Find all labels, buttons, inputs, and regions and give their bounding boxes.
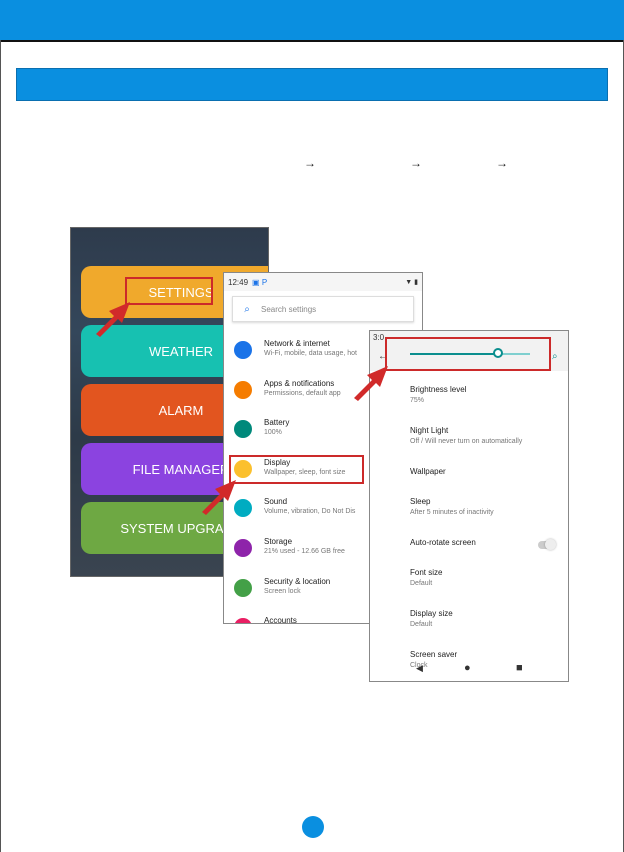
settings-item-subtitle: Volume, vibration, Do Not Dis bbox=[264, 508, 356, 516]
wifi-battery-icon: ▼ ▮ bbox=[405, 279, 418, 286]
settings-item-subtitle: Wi-Fi, mobile, data usage, hot bbox=[264, 350, 357, 357]
settings-item-subtitle: Permissions, default app bbox=[264, 389, 341, 397]
settings-item-icon bbox=[234, 420, 252, 439]
display-item-subtitle: Off / Will never turn on automatically bbox=[410, 438, 523, 445]
settings-item-title: Sound bbox=[264, 497, 288, 507]
settings-item-icon bbox=[234, 578, 252, 597]
display-item-title[interactable]: Wallpaper bbox=[410, 467, 446, 476]
auto-rotate-toggle[interactable] bbox=[538, 539, 556, 550]
settings-item-title: Storage bbox=[264, 537, 293, 546]
step-arrow-icon: → bbox=[410, 156, 422, 170]
display-settings-screenshot: 3:0 ← ⌕ Brightness level 75% Night Light Of… bbox=[369, 330, 569, 682]
settings-item-icon bbox=[234, 341, 252, 359]
display-item-subtitle: 75% bbox=[410, 397, 425, 404]
page-indicator-dot bbox=[302, 816, 324, 838]
display-item-subtitle: After 5 minutes of inactivity bbox=[410, 509, 494, 516]
tile-label: WEATHER bbox=[148, 343, 214, 359]
settings-item-icon bbox=[234, 618, 252, 623]
notification-icon: ▣ P bbox=[252, 277, 268, 287]
settings-item-icon bbox=[234, 539, 252, 557]
nav-bar: ◀ ● ■ bbox=[370, 661, 568, 681]
status-bar: 12:49 ▣ P ▼ ▮ bbox=[224, 273, 422, 291]
step-arrow-icon: → bbox=[304, 156, 316, 170]
settings-item-title: Security & location bbox=[264, 576, 331, 586]
display-item-title[interactable]: Font size bbox=[410, 568, 442, 577]
pointer-arrow-icon bbox=[96, 302, 130, 337]
search-icon: ⌕ bbox=[244, 303, 250, 315]
search-settings-input[interactable]: ⌕ Search settings bbox=[232, 296, 414, 322]
display-item-title[interactable]: Brightness level bbox=[410, 385, 466, 394]
recents-nav-icon[interactable]: ■ bbox=[516, 662, 523, 674]
settings-item-title: Apps & notifications bbox=[264, 378, 335, 388]
settings-item-title: Network & internet bbox=[264, 339, 330, 348]
settings-item-subtitle: 100% bbox=[264, 429, 282, 437]
display-item-title[interactable]: Auto-rotate screen bbox=[410, 538, 476, 547]
search-icon[interactable]: ⌕ bbox=[552, 351, 558, 362]
search-placeholder: Search settings bbox=[261, 304, 317, 314]
settings-item-icon bbox=[234, 380, 252, 399]
display-item-title[interactable]: Screen saver bbox=[410, 650, 457, 659]
settings-item-subtitle: 21% used - 12.66 GB free bbox=[264, 548, 345, 555]
home-nav-icon[interactable]: ● bbox=[464, 662, 471, 674]
display-item-title[interactable]: Sleep bbox=[410, 497, 430, 506]
page-border-left bbox=[0, 40, 1, 852]
pointer-arrow-icon bbox=[354, 366, 388, 401]
section-title-bar bbox=[16, 68, 608, 101]
settings-item-title: Accounts bbox=[264, 616, 297, 624]
tile-label: ALARM bbox=[158, 402, 204, 418]
header-bar bbox=[0, 0, 624, 42]
pointer-arrow-icon bbox=[202, 480, 236, 515]
display-item-title[interactable]: Display size bbox=[410, 609, 453, 618]
tile-label: FILE MANAGER bbox=[132, 461, 230, 477]
brightness-highlight-box bbox=[385, 337, 551, 371]
step-arrow-icon: → bbox=[496, 156, 508, 170]
display-highlight-box bbox=[229, 455, 364, 484]
display-item-subtitle: Default bbox=[410, 621, 433, 628]
status-time: 12:49 bbox=[228, 277, 249, 287]
back-nav-icon[interactable]: ◀ bbox=[416, 663, 423, 674]
display-item-subtitle: Default bbox=[410, 580, 433, 587]
settings-item-title: Battery bbox=[264, 418, 290, 428]
display-item-title[interactable]: Night Light bbox=[410, 426, 448, 435]
settings-highlight-box bbox=[125, 277, 213, 305]
status-time: 3:0 bbox=[373, 333, 385, 342]
settings-item-subtitle: Screen lock bbox=[264, 587, 301, 595]
